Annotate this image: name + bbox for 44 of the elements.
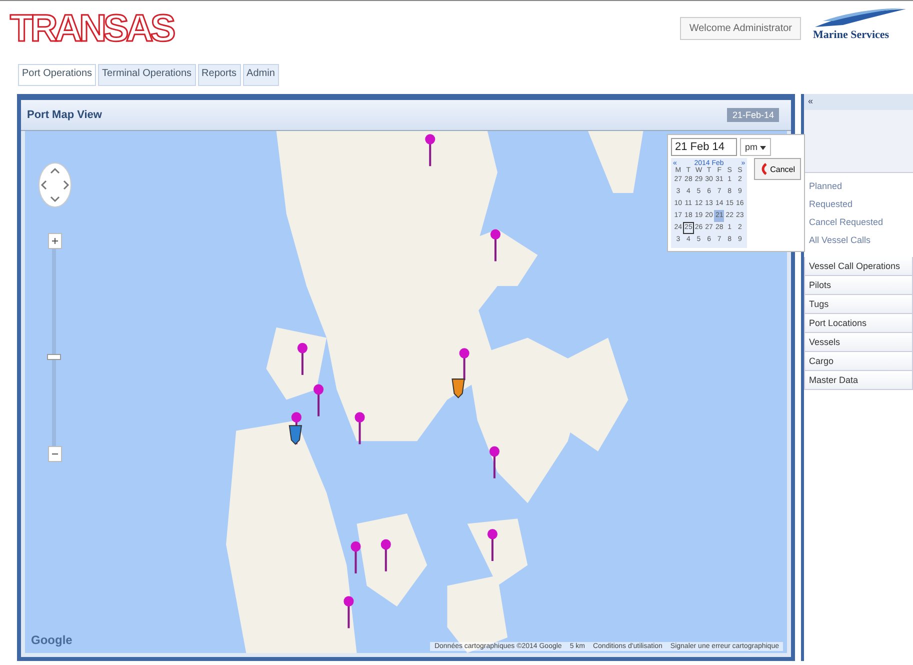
zoom-slider-thumb[interactable] [47, 354, 61, 360]
cancel-button[interactable]: Cancel [754, 158, 801, 180]
filter-link[interactable]: Requested [809, 199, 908, 209]
pin-icon[interactable] [490, 229, 500, 262]
pin-icon[interactable] [380, 539, 391, 572]
pin-icon[interactable] [425, 134, 436, 166]
caret-icon [760, 146, 766, 150]
date-input[interactable]: 21 Feb 14 [671, 138, 737, 156]
boat-marker-icon[interactable] [288, 425, 302, 445]
accordion-header[interactable]: Vessels [804, 333, 913, 352]
pan-control-icon[interactable] [37, 161, 73, 209]
accordion-header[interactable]: Vessel Call Operations [804, 257, 913, 276]
pin-icon[interactable] [354, 412, 365, 444]
accordion-header[interactable]: Port Locations [804, 314, 913, 333]
filter-link[interactable]: Planned [809, 181, 908, 191]
accordion-header[interactable]: Pilots [804, 276, 913, 295]
accordion-header[interactable]: Tugs [804, 295, 913, 314]
pin-icon[interactable] [459, 348, 470, 380]
accordion-header[interactable]: Cargo [804, 352, 913, 371]
zoom-out-icon[interactable] [48, 446, 62, 462]
filter-link[interactable]: All Vessel Calls [809, 235, 908, 245]
wave-logo-icon [813, 7, 908, 29]
panel-title: Port Map View [27, 109, 102, 121]
nav-tab[interactable]: Port Operations [18, 64, 96, 86]
pin-icon[interactable] [487, 528, 498, 561]
company-logo: TRANSAS [10, 7, 173, 51]
cancel-icon [760, 163, 768, 175]
boat-marker-icon[interactable] [452, 378, 465, 398]
map-logo: Google [31, 633, 72, 647]
welcome-label: Welcome Administrator [680, 17, 801, 40]
filter-link[interactable]: Cancel Requested [809, 217, 908, 227]
accordion-header[interactable]: Master Data [804, 371, 913, 390]
zoom-in-icon[interactable] [48, 233, 62, 249]
collapse-button[interactable]: « [804, 94, 913, 110]
nav-tab[interactable]: Admin [242, 64, 279, 86]
pin-icon[interactable] [344, 596, 354, 628]
nav-tab[interactable]: Reports [198, 64, 241, 86]
nav-tab[interactable]: Terminal Operations [98, 64, 196, 86]
meridiem-select[interactable]: pm [740, 138, 772, 156]
pin-icon[interactable] [297, 342, 308, 375]
pin-icon[interactable] [489, 446, 500, 478]
brand-name: Marine Services [813, 29, 890, 41]
pin-icon[interactable] [350, 541, 361, 574]
pin-icon[interactable] [314, 384, 324, 416]
